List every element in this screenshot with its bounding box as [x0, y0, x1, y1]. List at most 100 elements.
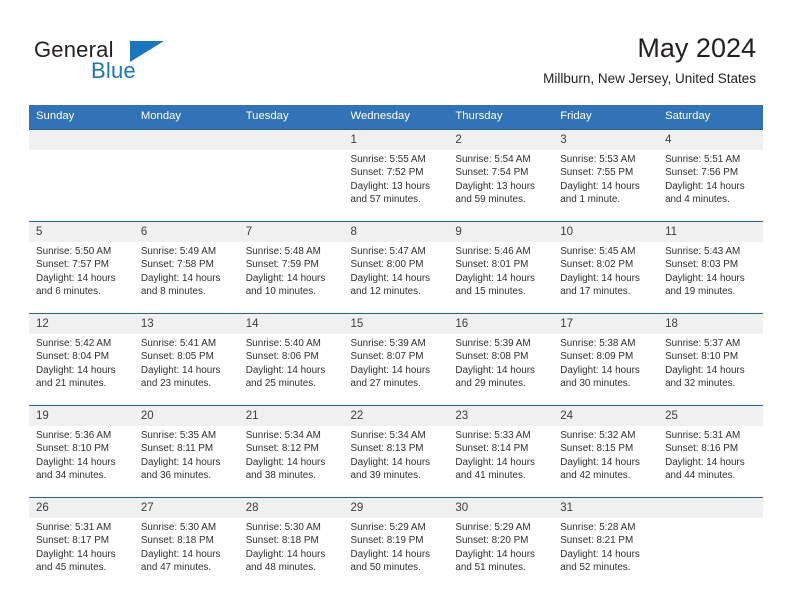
calendar-day-cell[interactable]: 21 Sunrise: 5:34 AM Sunset: 8:12 PM Dayligh…	[238, 405, 344, 498]
sunrise-text: Sunrise: 5:30 AM	[140, 522, 217, 533]
calendar-day-cell[interactable]: 19 Sunrise: 5:36 AM Sunset: 8:10 PM Dayligh…	[29, 405, 134, 498]
sunrise-text: Sunrise: 5:51 AM	[665, 154, 741, 165]
location-subtitle: Millburn, New Jersey, United States	[543, 71, 756, 86]
calendar-day-cell[interactable]: 18 Sunrise: 5:37 AM Sunset: 8:10 PM Dayligh…	[658, 313, 763, 406]
weekday-header-monday: Monday	[133, 105, 239, 130]
daylight-text: Daylight: 14 hours and 29 minutes.	[455, 364, 535, 390]
calendar-day-cell[interactable]: 10 Sunrise: 5:45 AM Sunset: 8:02 PM Dayligh…	[553, 221, 659, 314]
sunrise-text: Sunrise: 5:48 AM	[245, 246, 321, 257]
sunrise-text: Sunrise: 5:30 AM	[245, 522, 321, 533]
calendar-day-cell[interactable]: 30 Sunrise: 5:29 AM Sunset: 8:20 PM Dayligh…	[448, 497, 554, 589]
logo-text-blue: Blue	[91, 58, 136, 83]
daylight-text: Daylight: 14 hours and 51 minutes.	[455, 548, 535, 574]
day-sun-info: Sunrise: 5:30 AM Sunset: 8:18 PM Daylight:…	[239, 518, 344, 575]
sunrise-text: Sunrise: 5:29 AM	[455, 522, 531, 533]
sunset-text: Sunset: 8:19 PM	[350, 535, 424, 547]
day-sun-info: Sunrise: 5:29 AM Sunset: 8:19 PM Daylight:…	[344, 518, 449, 575]
sunset-text: Sunset: 8:12 PM	[245, 443, 319, 455]
sunrise-text: Sunrise: 5:32 AM	[560, 430, 636, 441]
day-sun-info: Sunrise: 5:30 AM Sunset: 8:18 PM Daylight:…	[134, 518, 239, 575]
calendar-day-cell[interactable]: 8 Sunrise: 5:47 AM Sunset: 8:00 PM Daylight…	[343, 221, 449, 314]
day-sun-info: Sunrise: 5:39 AM Sunset: 8:07 PM Daylight:…	[344, 334, 449, 391]
day-sun-info: Sunrise: 5:37 AM Sunset: 8:10 PM Daylight:…	[658, 334, 763, 391]
sunset-text: Sunset: 7:54 PM	[455, 167, 529, 179]
calendar-day-cell[interactable]: 22 Sunrise: 5:34 AM Sunset: 8:13 PM Dayligh…	[343, 405, 449, 498]
calendar-day-cell[interactable]: 4 Sunrise: 5:51 AM Sunset: 7:56 PM Daylight…	[658, 129, 763, 222]
sunset-text: Sunset: 7:55 PM	[560, 167, 634, 179]
day-sun-info: Sunrise: 5:38 AM Sunset: 8:09 PM Daylight:…	[553, 334, 658, 391]
daylight-text: Daylight: 14 hours and 27 minutes.	[350, 364, 431, 390]
calendar-day-cell[interactable]: 11 Sunrise: 5:43 AM Sunset: 8:03 PM Dayligh…	[658, 221, 763, 314]
sunrise-text: Sunrise: 5:31 AM	[665, 430, 741, 441]
day-number: 5	[29, 222, 134, 242]
day-number: 17	[553, 314, 659, 334]
calendar-day-cell[interactable]: 7 Sunrise: 5:48 AM Sunset: 7:59 PM Daylight…	[238, 221, 344, 314]
calendar-day-cell[interactable]: 2 Sunrise: 5:54 AM Sunset: 7:54 PM Daylight…	[448, 129, 554, 222]
day-number: 18	[658, 314, 763, 334]
day-number: 23	[448, 406, 554, 426]
day-sun-info: Sunrise: 5:32 AM Sunset: 8:15 PM Daylight:…	[553, 426, 658, 483]
calendar-day-cell[interactable]: 12 Sunrise: 5:42 AM Sunset: 8:04 PM Dayligh…	[29, 313, 134, 406]
daylight-text: Daylight: 14 hours and 45 minutes.	[36, 548, 116, 574]
weekday-header-friday: Friday	[553, 105, 659, 130]
calendar-day-cell[interactable]: 3 Sunrise: 5:53 AM Sunset: 7:55 PM Daylight…	[553, 129, 659, 222]
calendar-day-cell[interactable]: 28 Sunrise: 5:30 AM Sunset: 8:18 PM Dayligh…	[238, 497, 344, 589]
day-sun-info: Sunrise: 5:34 AM Sunset: 8:13 PM Daylight:…	[344, 426, 449, 483]
day-sun-info: Sunrise: 5:31 AM Sunset: 8:17 PM Daylight:…	[29, 518, 134, 575]
sunset-text: Sunset: 8:16 PM	[665, 443, 739, 455]
sunset-text: Sunset: 7:59 PM	[245, 259, 319, 271]
day-number: 15	[343, 314, 449, 334]
day-sun-info: Sunrise: 5:48 AM Sunset: 7:59 PM Daylight:…	[239, 242, 344, 299]
day-sun-info: Sunrise: 5:40 AM Sunset: 8:06 PM Daylight:…	[239, 334, 344, 391]
calendar-day-cell[interactable]: 1 Sunrise: 5:55 AM Sunset: 7:52 PM Daylight…	[343, 129, 449, 222]
day-sun-info: Sunrise: 5:54 AM Sunset: 7:54 PM Daylight:…	[448, 150, 553, 207]
calendar-day-cell[interactable]: 20 Sunrise: 5:35 AM Sunset: 8:11 PM Dayligh…	[133, 405, 239, 498]
calendar-day-cell[interactable]: 15 Sunrise: 5:39 AM Sunset: 8:07 PM Dayligh…	[343, 313, 449, 406]
calendar-day-cell[interactable]: 26 Sunrise: 5:31 AM Sunset: 8:17 PM Dayligh…	[29, 497, 134, 589]
calendar-day-cell[interactable]: 9 Sunrise: 5:46 AM Sunset: 8:01 PM Daylight…	[448, 221, 554, 314]
day-sun-info: Sunrise: 5:50 AM Sunset: 7:57 PM Daylight:…	[29, 242, 134, 299]
weekday-header-wednesday: Wednesday	[343, 105, 449, 130]
sunrise-text: Sunrise: 5:39 AM	[350, 338, 426, 349]
calendar-day-cell[interactable]: 25 Sunrise: 5:31 AM Sunset: 8:16 PM Dayligh…	[658, 405, 763, 498]
day-sun-info: Sunrise: 5:35 AM Sunset: 8:11 PM Daylight:…	[134, 426, 239, 483]
calendar-week-row: 26 Sunrise: 5:31 AM Sunset: 8:17 PM Dayligh…	[29, 497, 763, 589]
sunrise-text: Sunrise: 5:39 AM	[455, 338, 531, 349]
calendar-page: General Blue May 2024 Millburn, New Jers…	[0, 0, 792, 612]
day-number	[238, 130, 344, 150]
daylight-text: Daylight: 14 hours and 17 minutes.	[560, 272, 640, 298]
calendar-day-cell[interactable]: 31 Sunrise: 5:28 AM Sunset: 8:21 PM Dayligh…	[553, 497, 659, 589]
daylight-text: Daylight: 14 hours and 4 minutes.	[665, 180, 745, 206]
calendar-day-cell[interactable]: 16 Sunrise: 5:39 AM Sunset: 8:08 PM Dayligh…	[448, 313, 554, 406]
sunset-text: Sunset: 8:18 PM	[140, 535, 214, 547]
general-blue-logo[interactable]: General Blue	[34, 38, 244, 86]
sunset-text: Sunset: 8:07 PM	[350, 351, 424, 363]
calendar-day-cell[interactable]: 29 Sunrise: 5:29 AM Sunset: 8:19 PM Dayligh…	[343, 497, 449, 589]
calendar-day-cell[interactable]: 13 Sunrise: 5:41 AM Sunset: 8:05 PM Dayligh…	[133, 313, 239, 406]
day-sun-info: Sunrise: 5:31 AM Sunset: 8:16 PM Daylight:…	[658, 426, 763, 483]
calendar-day-cell[interactable]: 5 Sunrise: 5:50 AM Sunset: 7:57 PM Daylight…	[29, 221, 134, 314]
sunrise-text: Sunrise: 5:28 AM	[560, 522, 636, 533]
calendar-day-cell[interactable]: 23 Sunrise: 5:33 AM Sunset: 8:14 PM Dayligh…	[448, 405, 554, 498]
weekday-header-thursday: Thursday	[448, 105, 554, 130]
daylight-text: Daylight: 14 hours and 50 minutes.	[350, 548, 431, 574]
sunset-text: Sunset: 8:17 PM	[36, 535, 110, 547]
sunrise-text: Sunrise: 5:36 AM	[36, 430, 112, 441]
calendar-day-cell[interactable]: 14 Sunrise: 5:40 AM Sunset: 8:06 PM Dayligh…	[238, 313, 344, 406]
sunset-text: Sunset: 8:10 PM	[36, 443, 110, 455]
sunset-text: Sunset: 8:11 PM	[140, 443, 214, 455]
day-number: 13	[133, 314, 239, 334]
calendar-day-cell[interactable]: 24 Sunrise: 5:32 AM Sunset: 8:15 PM Dayligh…	[553, 405, 659, 498]
calendar-day-cell[interactable]: 6 Sunrise: 5:49 AM Sunset: 7:58 PM Daylight…	[133, 221, 239, 314]
day-number: 28	[238, 498, 344, 518]
calendar-day-cell[interactable]: 27 Sunrise: 5:30 AM Sunset: 8:18 PM Dayligh…	[133, 497, 239, 589]
calendar-day-cell[interactable]: 17 Sunrise: 5:38 AM Sunset: 8:09 PM Dayligh…	[553, 313, 659, 406]
sunset-text: Sunset: 8:20 PM	[455, 535, 529, 547]
daylight-text: Daylight: 14 hours and 38 minutes.	[245, 456, 326, 482]
sunset-text: Sunset: 8:01 PM	[455, 259, 529, 271]
sunset-text: Sunset: 7:52 PM	[350, 167, 424, 179]
calendar-cell-empty	[658, 497, 763, 589]
daylight-text: Daylight: 14 hours and 25 minutes.	[245, 364, 326, 390]
day-number: 16	[448, 314, 554, 334]
day-sun-info: Sunrise: 5:33 AM Sunset: 8:14 PM Daylight:…	[448, 426, 553, 483]
